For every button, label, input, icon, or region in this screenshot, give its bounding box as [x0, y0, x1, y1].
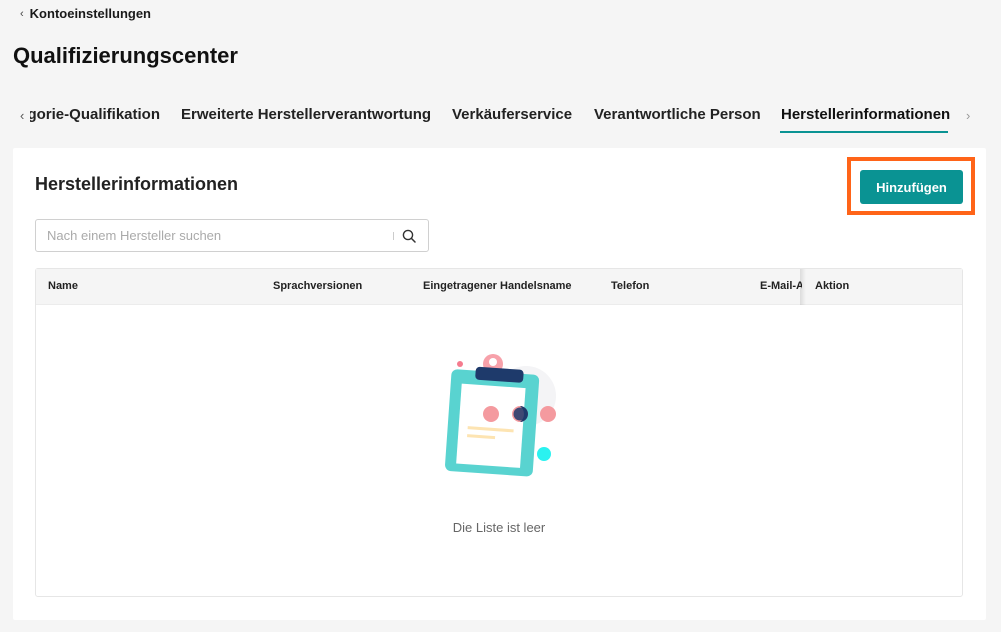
- tab-scroll-right-icon[interactable]: ›: [966, 108, 970, 123]
- empty-clipboard-icon: [445, 354, 556, 477]
- active-tab-indicator: [780, 131, 948, 133]
- column-header-phone: Telefon: [611, 280, 650, 292]
- fixed-column-shadow: [800, 269, 806, 305]
- tab-scroll-left-icon[interactable]: ‹: [20, 108, 24, 123]
- tab-category-qualification[interactable]: Kategorie-Qualifikation: [30, 106, 160, 123]
- tab-clip: Kategorie-Qualifikation: [30, 98, 160, 138]
- tab-seller-service[interactable]: Verkäuferservice: [452, 106, 572, 123]
- tab-extended-producer-responsibility[interactable]: Erweiterte Herstellerverantwortung: [181, 106, 431, 123]
- add-button[interactable]: Hinzufügen: [860, 170, 963, 204]
- table-header: Name Sprachversionen Eingetragener Hande…: [36, 269, 962, 305]
- back-link[interactable]: ‹ Kontoeinstellungen: [20, 6, 151, 21]
- tab-manufacturer-information[interactable]: Herstellerinformationen: [781, 106, 950, 123]
- section-title: Herstellerinformationen: [35, 174, 239, 194]
- search-icon[interactable]: [402, 220, 428, 251]
- manufacturer-table: Name Sprachversionen Eingetragener Hande…: [35, 268, 963, 597]
- tab-responsible-person[interactable]: Verantwortliche Person: [594, 106, 761, 123]
- search-box: [35, 219, 429, 252]
- search-divider: [393, 231, 394, 240]
- search-input[interactable]: [36, 220, 393, 251]
- chevron-left-icon: ‹: [20, 7, 24, 20]
- column-header-name: Name: [48, 280, 78, 292]
- empty-state-text: Die Liste ist leer: [452, 520, 546, 535]
- back-link-label: Kontoeinstellungen: [29, 6, 152, 21]
- column-header-email: E-Mail-Adresse: [760, 280, 802, 292]
- column-header-action: Aktion: [815, 280, 850, 292]
- page-title: Qualifizierungscenter: [13, 43, 238, 68]
- column-header-languages: Sprachversionen: [273, 280, 363, 292]
- column-header-email-clip: E-Mail-Adresse: [760, 269, 802, 305]
- column-header-trade-name: Eingetragener Handelsname: [423, 280, 572, 292]
